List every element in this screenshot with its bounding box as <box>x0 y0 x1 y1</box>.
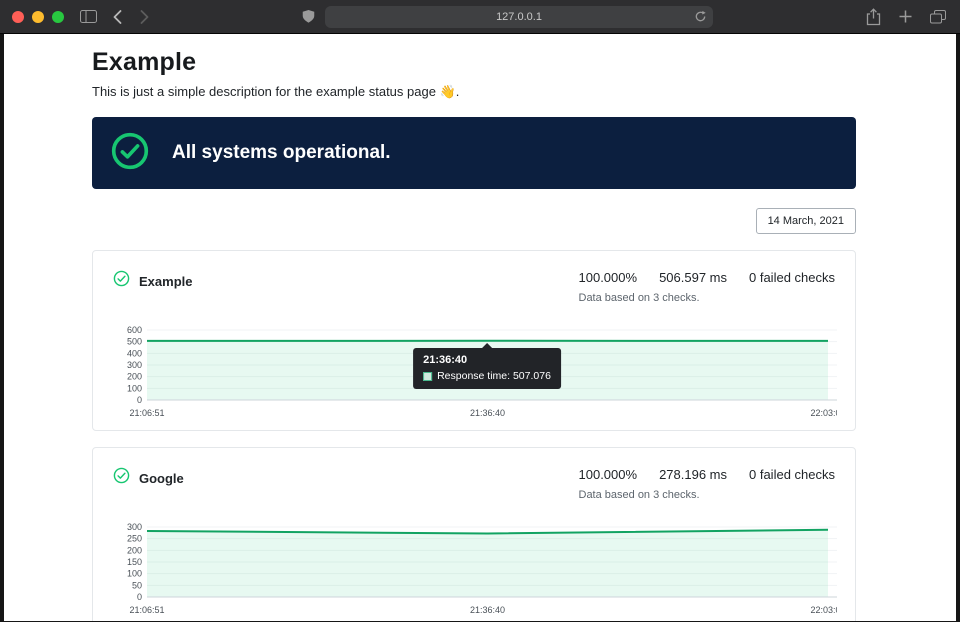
svg-text:0: 0 <box>137 592 142 602</box>
browser-chrome: 127.0.0.1 <box>0 0 960 34</box>
data-note: Data based on 3 checks. <box>579 292 836 304</box>
data-note: Data based on 3 checks. <box>579 489 836 501</box>
check-circle-icon <box>111 132 149 175</box>
svg-text:100: 100 <box>127 383 142 393</box>
svg-text:21:06:51: 21:06:51 <box>129 605 164 615</box>
service-name: Google <box>139 471 184 486</box>
tooltip-value: Response time: 507.076 <box>437 370 551 382</box>
share-icon[interactable] <box>866 8 881 26</box>
svg-text:21:36:40: 21:36:40 <box>470 605 505 615</box>
chart-tooltip: 21:36:40 Response time: 507.076 <box>413 348 561 389</box>
tab-overview-icon[interactable] <box>930 10 946 24</box>
service-status-check-icon <box>113 270 130 292</box>
svg-text:150: 150 <box>127 557 142 567</box>
address-bar[interactable]: 127.0.0.1 <box>325 6 713 28</box>
reload-icon[interactable] <box>694 10 707 23</box>
status-banner: All systems operational. <box>92 117 856 189</box>
svg-text:300: 300 <box>127 522 142 532</box>
banner-text: All systems operational. <box>172 142 391 164</box>
tooltip-time: 21:36:40 <box>423 354 551 366</box>
date-picker-button[interactable]: 14 March, 2021 <box>756 208 856 234</box>
svg-text:200: 200 <box>127 372 142 382</box>
response-time-chart: 600 500400 300 200100 0 21:06:51 21:36:40 22:03… <box>113 324 835 420</box>
status-page: Example This is just a simple descriptio… <box>4 34 956 621</box>
svg-text:22:03:01: 22:03:01 <box>810 408 837 418</box>
svg-text:400: 400 <box>127 348 142 358</box>
svg-text:600: 600 <box>127 325 142 335</box>
page-description: This is just a simple description for th… <box>92 84 856 100</box>
failed-checks: 0 failed checks <box>749 467 835 482</box>
response-time-chart: 300 250200 150 10050 0 21:06:51 21:36:40 22:03:… <box>113 521 835 617</box>
sidebar-toggle-icon[interactable] <box>80 10 97 23</box>
svg-text:50: 50 <box>132 580 142 590</box>
failed-checks: 0 failed checks <box>749 270 835 285</box>
svg-text:0: 0 <box>137 395 142 405</box>
privacy-shield-icon[interactable] <box>302 9 315 24</box>
uptime-percentage: 100.000% <box>579 270 638 285</box>
svg-text:21:06:51: 21:06:51 <box>129 408 164 418</box>
svg-text:21:36:40: 21:36:40 <box>470 408 505 418</box>
service-card-google: Google 100.000% 278.196 ms 0 failed chec… <box>92 447 856 621</box>
svg-text:200: 200 <box>127 545 142 555</box>
service-name: Example <box>139 274 192 289</box>
new-tab-icon[interactable] <box>899 10 912 23</box>
page-title: Example <box>92 48 856 77</box>
close-window-button[interactable] <box>12 11 24 23</box>
service-card-example: Example 100.000% 506.597 ms 0 failed che… <box>92 250 856 431</box>
svg-text:300: 300 <box>127 360 142 370</box>
forward-icon[interactable] <box>140 10 149 24</box>
line-chart[interactable]: 300 250200 150 10050 0 21:06:51 21:36:40 22:03:… <box>113 521 837 617</box>
avg-response-time: 278.196 ms <box>659 467 727 482</box>
svg-text:250: 250 <box>127 534 142 544</box>
service-status-check-icon <box>113 467 130 489</box>
minimize-window-button[interactable] <box>32 11 44 23</box>
window-controls <box>12 11 64 23</box>
avg-response-time: 506.597 ms <box>659 270 727 285</box>
zoom-window-button[interactable] <box>52 11 64 23</box>
tooltip-legend-swatch <box>423 372 432 381</box>
svg-text:22:03:01: 22:03:01 <box>810 605 837 615</box>
svg-text:100: 100 <box>127 569 142 579</box>
url-text: 127.0.0.1 <box>496 11 542 23</box>
uptime-percentage: 100.000% <box>579 467 638 482</box>
svg-text:500: 500 <box>127 337 142 347</box>
back-icon[interactable] <box>113 10 122 24</box>
